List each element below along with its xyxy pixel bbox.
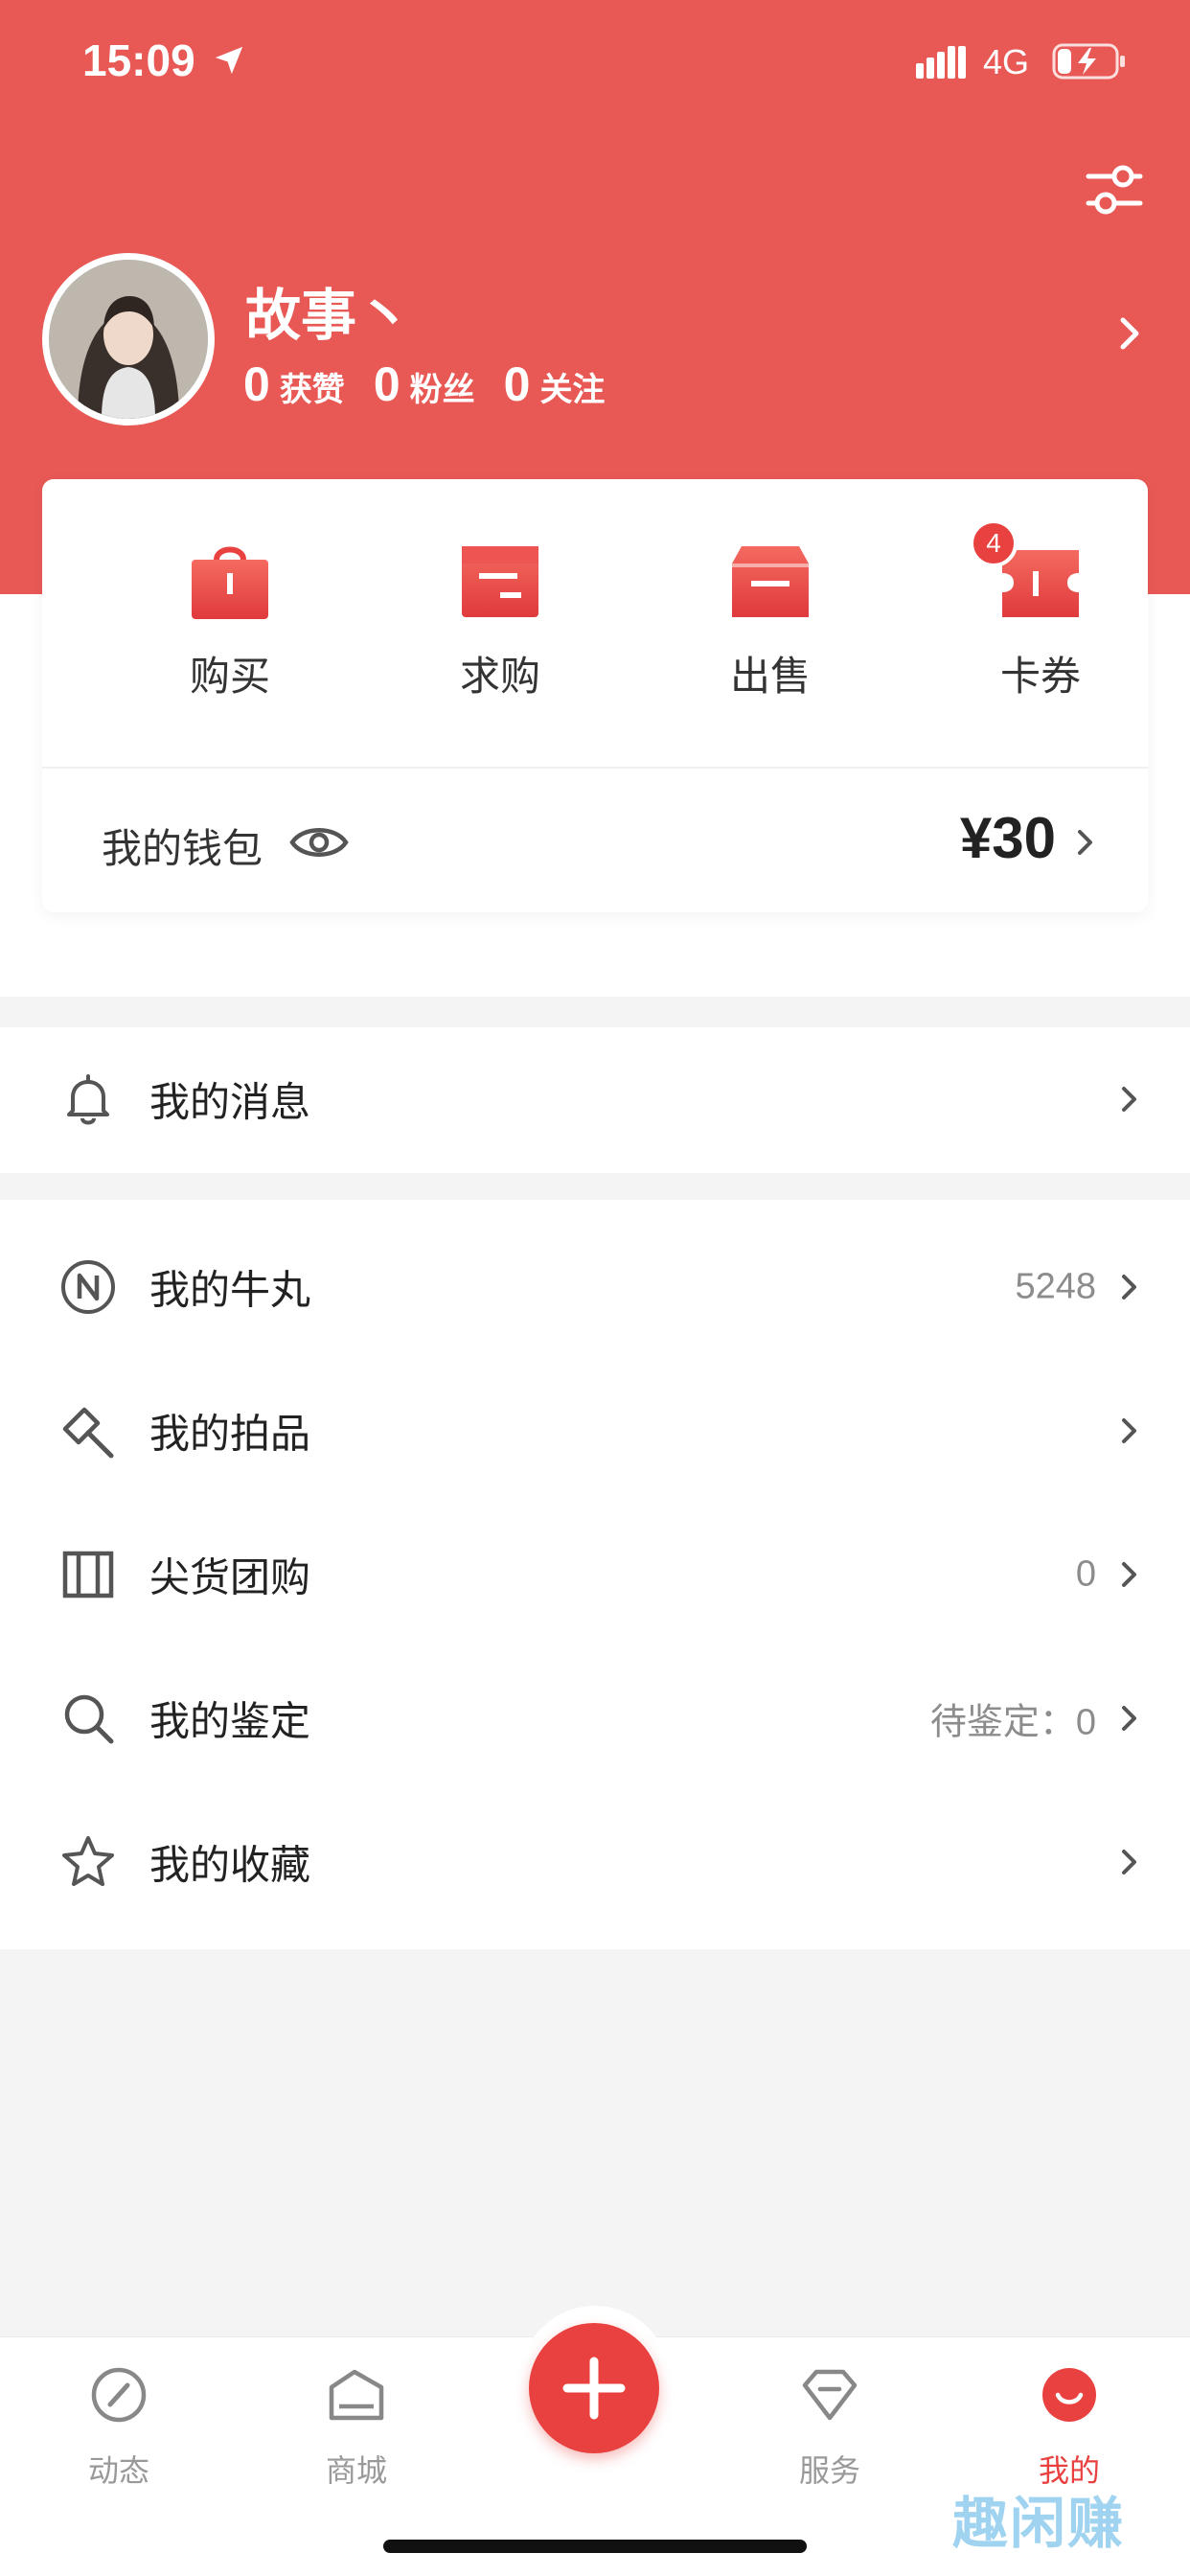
menu-row-group-buy[interactable]: 尖货团购 0	[0, 1503, 1190, 1646]
tab-label: 商城	[325, 2452, 387, 2489]
avatar-photo	[49, 260, 208, 419]
divider	[42, 767, 1148, 769]
following-label: 关注	[539, 371, 606, 409]
avatar[interactable]	[42, 253, 215, 426]
stat-likes[interactable]: 0 获赞	[243, 356, 345, 412]
menu-value: 5248	[1015, 1266, 1096, 1307]
status-time: 15:09	[82, 35, 195, 85]
quick-action-label: 购买	[189, 653, 270, 700]
chevron-right-icon	[1122, 1562, 1136, 1587]
smile-face-icon	[1042, 2368, 1096, 2422]
likes-label: 获赞	[279, 371, 345, 409]
chevron-right-icon	[1122, 1087, 1136, 1112]
status-bar: 15:09 4G	[0, 0, 1190, 125]
publish-button[interactable]	[529, 2323, 659, 2453]
messages-section: 我的消息	[0, 1027, 1190, 1173]
menu-row-niuwan[interactable]: 我的牛丸 5248	[0, 1215, 1190, 1359]
coin-n-icon	[61, 1260, 115, 1314]
eye-icon[interactable]	[289, 818, 349, 866]
chevron-right-icon[interactable]	[1115, 316, 1144, 351]
chevron-right-icon	[1122, 1275, 1136, 1300]
auction-hammer-icon	[62, 1407, 114, 1459]
quick-action-sell[interactable]: 出售	[675, 533, 866, 705]
tab-label: 动态	[87, 2452, 149, 2489]
menu-row-messages[interactable]: 我的消息	[0, 1027, 1190, 1171]
menu-label: 我的收藏	[149, 1841, 311, 1889]
tab-mine[interactable]: 我的	[993, 2357, 1146, 2491]
stat-followers[interactable]: 0 粉丝	[374, 356, 475, 412]
box-icon	[732, 546, 809, 617]
quick-action-label: 卡券	[999, 653, 1081, 700]
location-arrow-icon	[215, 46, 243, 75]
menu-section: 我的牛丸 5248 我的拍品 尖货团购 0 我的鉴定 待鉴定：0 我的收藏	[0, 1200, 1190, 1949]
tab-service[interactable]: 服务	[753, 2357, 906, 2491]
watermark: 趣闲赚	[952, 2491, 1126, 2556]
menu-row-appraisal[interactable]: 我的鉴定 待鉴定：0	[0, 1646, 1190, 1790]
stat-following[interactable]: 0 关注	[504, 356, 606, 412]
following-count: 0	[503, 357, 531, 411]
compass-icon	[91, 2367, 147, 2423]
wallet-amount: ¥30	[959, 806, 1056, 870]
home-indicator	[383, 2540, 807, 2553]
settings-sliders-icon[interactable]	[1085, 161, 1144, 218]
username[interactable]: 故事丶	[245, 270, 412, 351]
menu-row-auctions[interactable]: 我的拍品	[0, 1359, 1190, 1503]
bell-icon	[67, 1074, 109, 1125]
wallet-label: 我的钱包	[102, 825, 263, 872]
coupon-badge: 4	[970, 519, 1018, 567]
chevron-right-icon	[1122, 1850, 1136, 1874]
battery-charging-icon	[1052, 43, 1125, 80]
diamond-icon	[802, 2369, 858, 2421]
chevron-right-icon	[1122, 1706, 1136, 1731]
chevron-right-icon	[1078, 830, 1092, 855]
menu-label: 我的牛丸	[149, 1266, 311, 1314]
network-type: 4G	[983, 42, 1030, 81]
quick-action-want[interactable]: 求购	[404, 533, 596, 705]
followers-label: 粉丝	[409, 371, 475, 409]
likes-count: 0	[243, 357, 270, 411]
menu-row-favorites[interactable]: 我的收藏	[0, 1790, 1190, 1934]
quick-action-label: 出售	[729, 653, 811, 700]
quick-action-label: 求购	[459, 653, 540, 700]
profile-stats: 0 获赞 0 粉丝 0 关注	[243, 356, 633, 412]
chevron-right-icon	[1122, 1418, 1136, 1443]
plus-icon	[562, 2357, 626, 2420]
store-icon	[329, 2369, 384, 2421]
menu-label: 我的消息	[149, 1078, 311, 1126]
menu-value: 0	[1075, 1553, 1096, 1595]
menu-label: 我的鉴定	[149, 1697, 311, 1745]
signal-icon	[916, 46, 966, 79]
menu-value: 待鉴定：0	[929, 1702, 1096, 1743]
tab-mall[interactable]: 商城	[280, 2357, 433, 2491]
star-icon	[62, 1836, 114, 1886]
ticket-stub-icon	[62, 1551, 114, 1598]
menu-label: 我的拍品	[149, 1410, 311, 1458]
menu-label: 尖货团购	[149, 1553, 311, 1601]
wallet-card-icon	[462, 546, 538, 617]
tab-feed[interactable]: 动态	[42, 2357, 195, 2491]
search-icon	[64, 1694, 114, 1744]
quick-action-buy[interactable]: 购买	[134, 533, 326, 705]
shopping-bag-icon	[192, 546, 268, 619]
tab-label: 服务	[798, 2452, 860, 2489]
quick-action-coupons[interactable]: 卡券	[945, 533, 1136, 705]
followers-count: 0	[373, 357, 400, 411]
